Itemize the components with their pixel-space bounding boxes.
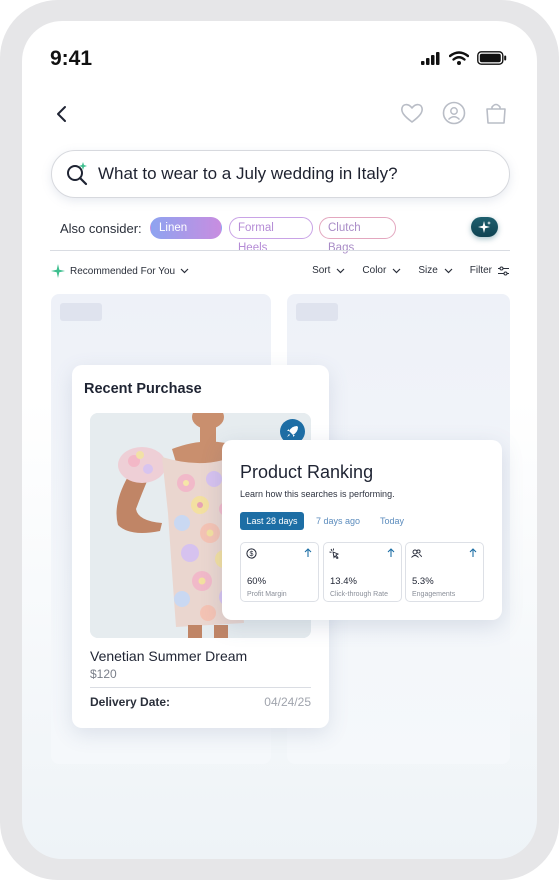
arrow-up-icon (469, 548, 477, 557)
sparkle-icon (51, 264, 65, 278)
filter-button[interactable]: Filter (470, 265, 509, 276)
product-ranking-title: Product Ranking (240, 462, 374, 482)
status-icons (421, 51, 507, 65)
sliders-icon (498, 266, 509, 275)
arrow-up-icon (387, 548, 395, 557)
metric-engagements[interactable]: 5.3% Engagements (405, 542, 484, 602)
metric-value: 13.4% (330, 576, 357, 587)
battery-icon (477, 51, 507, 65)
sort-label: Sort (312, 265, 331, 276)
metric-value: 5.3% (412, 576, 434, 587)
metric-click-through-rate[interactable]: 13.4% Click-through Rate (323, 542, 402, 602)
chevron-down-icon (392, 268, 401, 273)
metric-profit-margin[interactable]: $ 60% Profit Margin (240, 542, 319, 602)
recent-purchase-title: Recent Purchase (84, 381, 202, 397)
delivery-date-value: 04/24/25 (264, 695, 311, 709)
chevron-down-icon (180, 268, 189, 274)
search-input[interactable]: What to wear to a July wedding in Italy? (98, 164, 398, 184)
also-consider-label: Also consider: (60, 221, 142, 236)
delivery-date-label: Delivery Date: (90, 695, 171, 709)
recommended-dropdown[interactable]: Recommended For You (51, 264, 189, 278)
size-dropdown[interactable]: Size (418, 265, 453, 276)
dollar-icon: $ (246, 548, 257, 559)
product-ranking-subtitle: Learn how this searches is performing. (240, 489, 395, 499)
wifi-icon (449, 51, 469, 65)
chip-formal-heels[interactable]: Formal Heels (229, 217, 313, 254)
metric-value: 60% (247, 576, 267, 587)
users-icon (411, 549, 422, 558)
svg-text:$: $ (250, 551, 254, 558)
chip-linen-suits[interactable]: Linen Suits (150, 217, 222, 254)
sparkle-icon (478, 221, 491, 233)
profile-icon[interactable] (441, 100, 467, 126)
phone-frame: 9:41 What to wear to a July wedding in I… (0, 0, 559, 880)
metric-label: Engagements (412, 591, 456, 598)
color-label: Color (362, 265, 387, 276)
tab-today[interactable]: Today (380, 512, 404, 530)
tab-last-28-days[interactable]: Last 28 days (240, 512, 304, 530)
color-dropdown[interactable]: Color (362, 265, 401, 276)
heart-icon[interactable] (399, 100, 425, 126)
product-price: $120 (90, 667, 117, 681)
filter-label: Filter (469, 265, 492, 276)
screen: 9:41 What to wear to a July wedding in I… (22, 21, 537, 859)
chevron-down-icon (336, 268, 345, 273)
tab-7-days-ago[interactable]: 7 days ago (316, 512, 360, 530)
arrow-up-icon (304, 548, 312, 557)
product-name: Venetian Summer Dream (90, 648, 248, 664)
divider (50, 250, 510, 251)
search-bar[interactable]: What to wear to a July wedding in Italy? (51, 150, 510, 198)
placeholder-bar (60, 303, 102, 321)
placeholder-bar (296, 303, 338, 321)
size-label: Size (418, 265, 438, 276)
filter-bar: Sort Color Size Filter (312, 265, 509, 276)
back-chevron-icon[interactable] (52, 103, 74, 125)
sort-dropdown[interactable]: Sort (312, 265, 345, 276)
signal-icon (421, 51, 440, 65)
divider (90, 687, 311, 688)
top-nav-icons (399, 100, 509, 126)
click-icon (329, 548, 340, 559)
chevron-down-icon (444, 268, 453, 273)
ai-sparkle-button[interactable] (471, 217, 498, 237)
product-ranking-card: Product Ranking Learn how this searches … (222, 440, 502, 620)
metric-label: Profit Margin (247, 591, 287, 598)
chip-clutch-bags[interactable]: Clutch Bags (319, 217, 396, 254)
metric-label: Click-through Rate (330, 591, 388, 598)
shopping-bag-icon[interactable] (483, 100, 509, 126)
status-time: 9:41 (50, 47, 93, 70)
recommended-label: Recommended For You (70, 265, 176, 277)
ai-search-icon (67, 162, 88, 186)
